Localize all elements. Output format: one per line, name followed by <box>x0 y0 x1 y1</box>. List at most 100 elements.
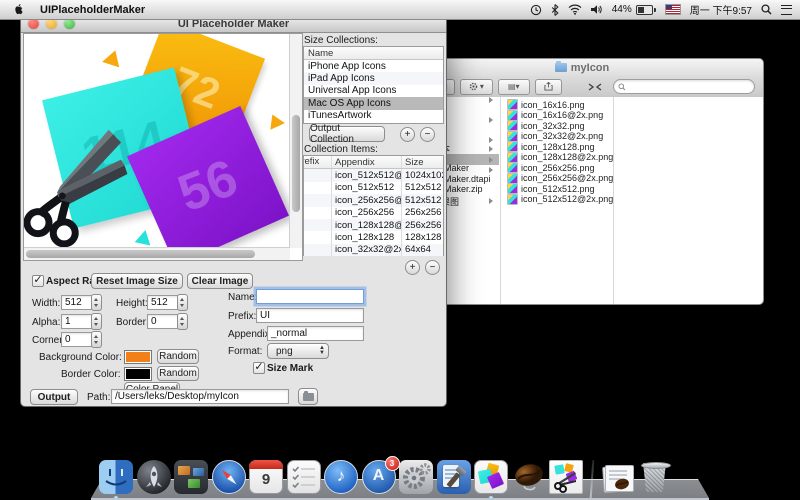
png-file-icon <box>507 141 518 152</box>
dock-mission-control-icon[interactable] <box>174 460 208 494</box>
add-item-button[interactable]: + <box>405 260 420 275</box>
output-button[interactable]: Output <box>30 389 78 405</box>
finder-titlebar[interactable]: myIcon <box>401 59 763 76</box>
size-collection-item[interactable]: Universal App Icons <box>304 85 443 97</box>
finder-file[interactable]: icon_32x32@2x.png <box>507 131 603 142</box>
finder-file[interactable]: icon_256x256.png <box>507 162 595 173</box>
collection-item-row[interactable]: icon_128x128@2x256x256 <box>304 219 443 231</box>
path-field[interactable]: /Users/leks/Desktop/myIcon <box>111 389 289 404</box>
dock-launchpad-icon[interactable] <box>137 460 171 494</box>
time-machine-icon[interactable] <box>530 4 542 16</box>
size-collections-list[interactable]: Name iPhone App Icons iPad App Icons Uni… <box>303 46 444 124</box>
collection-item-row[interactable]: icon_256x256@2x512x512 <box>304 194 443 206</box>
width-stepper[interactable] <box>91 294 102 311</box>
dock-app-store-icon[interactable]: A 3 <box>362 460 396 494</box>
collection-item-row[interactable]: icon_256x256256x256 <box>304 207 443 219</box>
dock-image-scissors-icon[interactable] <box>549 460 583 494</box>
remove-item-button[interactable]: − <box>425 260 440 275</box>
wifi-icon[interactable] <box>568 4 582 15</box>
browse-path-button[interactable] <box>298 388 318 405</box>
aspect-ratio-checkbox[interactable]: ✓ <box>32 275 44 287</box>
menubar-app-name[interactable]: UIPlaceholderMaker <box>40 4 145 16</box>
finder-item-fragment[interactable]: rMaker.zip <box>441 184 483 194</box>
prefix-field[interactable]: UI <box>256 308 364 323</box>
finder-file[interactable]: icon_128x128.png <box>507 141 595 152</box>
size-collection-item[interactable]: iTunesArtwork <box>304 110 443 122</box>
finder-file[interactable]: icon_16x16@2x.png <box>507 110 603 121</box>
dock-safari-icon[interactable] <box>212 460 246 494</box>
clear-image-button[interactable]: Clear Image <box>187 273 253 289</box>
random-border-button[interactable]: Random <box>157 366 199 381</box>
alpha-stepper[interactable] <box>91 313 102 330</box>
menubar-clock[interactable]: 周一 下午9:57 <box>690 2 752 17</box>
finder-file[interactable]: icon_256x256@2x.png <box>507 173 613 184</box>
scrollbar-thumb[interactable] <box>26 250 255 258</box>
dock-xcode-icon[interactable] <box>437 460 471 494</box>
preview-vertical-scrollbar[interactable] <box>289 34 302 248</box>
border-stepper[interactable] <box>177 313 188 330</box>
battery-indicator[interactable]: 44% <box>612 4 656 15</box>
share-button[interactable] <box>535 79 562 95</box>
image-preview-canvas[interactable]: 72 114 56 <box>23 33 303 261</box>
border-field[interactable]: 0 <box>147 314 181 329</box>
collection-item-row[interactable]: icon_512x512512x512 <box>304 182 443 194</box>
finder-search-field[interactable] <box>613 79 755 94</box>
appendix-field[interactable]: _normal <box>267 326 364 341</box>
height-stepper[interactable] <box>177 294 188 311</box>
finder-file[interactable]: icon_512x512.png <box>507 183 595 194</box>
arrange-button[interactable]: ▤▾ <box>498 79 530 95</box>
finder-file[interactable]: icon_128x128@2x.png <box>507 152 613 163</box>
dock-documents-stack-icon[interactable] <box>600 460 634 494</box>
quick-look-arrows-icon[interactable] <box>581 80 608 94</box>
output-collection-button[interactable]: Output Collection <box>309 126 385 142</box>
reset-image-size-button[interactable]: Reset Image Size <box>91 273 183 289</box>
size-collection-item[interactable]: iPad App Icons <box>304 72 443 84</box>
input-source-flag-icon[interactable] <box>665 4 681 15</box>
bluetooth-icon[interactable] <box>551 4 559 16</box>
finder-file[interactable]: icon_16x16.png <box>507 99 585 110</box>
add-collection-button[interactable]: + <box>400 127 415 142</box>
scrollbar-thumb[interactable] <box>292 115 300 211</box>
finder-file[interactable]: icon_512x512@2x.png <box>507 194 613 205</box>
column-header-name[interactable]: Name <box>304 47 443 60</box>
spotlight-icon[interactable] <box>761 4 772 15</box>
collection-items-header[interactable]: Prefix Appendix Size <box>304 156 443 169</box>
preview-horizontal-scrollbar[interactable] <box>24 247 290 260</box>
dock-uiplaceholdermaker-icon[interactable] <box>474 460 508 494</box>
collection-items-table[interactable]: Prefix Appendix Size icon_512x512@2x1024… <box>303 155 444 256</box>
app-window[interactable]: UI Placeholder Maker 72 114 56 <box>20 14 447 407</box>
dock-finder-icon[interactable] <box>99 460 133 494</box>
background-color-swatch[interactable] <box>124 350 152 364</box>
apple-menu-icon[interactable] <box>14 3 26 16</box>
finder-item-fragment[interactable]: rMaker.dtapi <box>441 174 491 184</box>
action-gear-button[interactable]: ▾ <box>460 79 492 95</box>
dock-system-preferences-icon[interactable] <box>399 460 433 494</box>
collection-item-row[interactable]: icon_512x512@2x1024x1024 <box>304 169 443 181</box>
border-color-swatch[interactable] <box>124 367 152 381</box>
size-collection-item-selected[interactable]: Mac OS App Icons <box>304 97 443 109</box>
size-collections-label: Size Collections: <box>304 35 378 46</box>
corner-field[interactable]: 0 <box>61 332 95 347</box>
size-mark-checkbox[interactable]: ✓ <box>253 362 265 374</box>
width-field[interactable]: 512 <box>61 295 95 310</box>
name-field[interactable] <box>256 289 364 304</box>
format-dropdown[interactable]: png ▲▼ <box>267 343 329 359</box>
accent-triangle <box>102 48 124 68</box>
random-background-button[interactable]: Random <box>157 349 199 364</box>
dock-itunes-icon[interactable]: ♪ <box>324 460 358 494</box>
dock-reminders-icon[interactable] <box>287 460 321 494</box>
dock-coffee-bean-icon[interactable] <box>512 460 546 494</box>
finder-file[interactable]: icon_32x32.png <box>507 120 585 131</box>
remove-collection-button[interactable]: − <box>420 127 435 142</box>
finder-window[interactable]: myIcon ▦ ▾ ▤▾ 本 <box>400 58 764 305</box>
size-collection-item[interactable]: iPhone App Icons <box>304 60 443 72</box>
notification-center-icon[interactable] <box>781 5 792 15</box>
dock-calendar-icon[interactable]: 9 <box>249 460 283 494</box>
corner-stepper[interactable] <box>91 331 102 348</box>
alpha-field[interactable]: 1 <box>61 314 95 329</box>
dock-trash-icon[interactable] <box>638 460 672 494</box>
height-field[interactable]: 512 <box>147 295 181 310</box>
collection-item-row[interactable]: icon_128x128128x128 <box>304 231 443 243</box>
collection-item-row[interactable]: icon_32x32@2x64x64 <box>304 244 443 256</box>
volume-icon[interactable] <box>591 4 603 15</box>
